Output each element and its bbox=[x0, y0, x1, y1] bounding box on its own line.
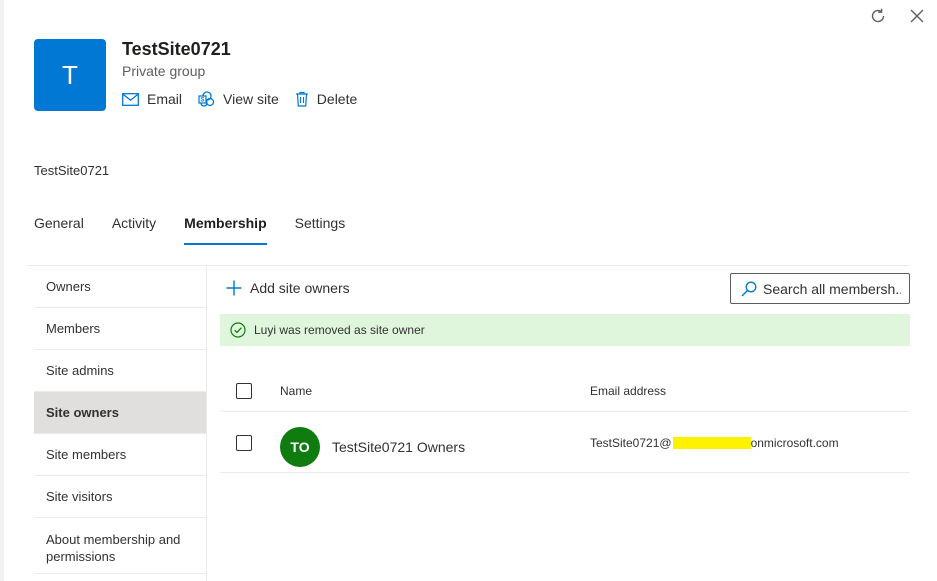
column-header-email[interactable]: Email address bbox=[590, 384, 666, 398]
close-button[interactable] bbox=[905, 4, 929, 28]
sidebar-item-about-membership[interactable]: About membership and permissions bbox=[34, 518, 206, 574]
member-name: TestSite0721 Owners bbox=[332, 439, 466, 455]
tab-settings[interactable]: Settings bbox=[295, 213, 346, 245]
delete-button[interactable]: Delete bbox=[295, 89, 357, 109]
group-avatar: T bbox=[34, 39, 106, 111]
sidebar-item-site-visitors[interactable]: Site visitors bbox=[34, 476, 206, 518]
delete-label: Delete bbox=[316, 91, 358, 107]
plus-icon bbox=[226, 280, 242, 296]
tab-activity[interactable]: Activity bbox=[112, 213, 156, 245]
add-site-owners-button[interactable]: Add site owners bbox=[226, 278, 350, 298]
svg-text:S: S bbox=[201, 97, 205, 103]
refresh-button[interactable] bbox=[866, 4, 890, 28]
avatar: TO bbox=[280, 427, 320, 467]
sidebar-item-owners[interactable]: Owners bbox=[34, 266, 206, 308]
sidebar-item-site-owners[interactable]: Site owners bbox=[34, 392, 206, 434]
email-button[interactable]: Email bbox=[122, 89, 182, 109]
panel-left-edge bbox=[0, 0, 4, 581]
tab-general[interactable]: General bbox=[34, 213, 84, 245]
breadcrumb: TestSite0721 bbox=[34, 163, 110, 178]
table-header: Name Email address bbox=[220, 370, 910, 412]
mail-icon bbox=[122, 92, 139, 106]
header-actions: Email S View site Delete bbox=[122, 89, 373, 109]
trash-icon bbox=[295, 91, 309, 107]
group-type-label: Private group bbox=[122, 63, 206, 79]
row-checkbox[interactable] bbox=[236, 435, 252, 451]
notification-text: Luyi was removed as site owner bbox=[254, 323, 425, 337]
column-header-name[interactable]: Name bbox=[280, 384, 312, 398]
select-all-checkbox[interactable] bbox=[236, 383, 252, 399]
add-site-owners-label: Add site owners bbox=[250, 280, 350, 296]
close-icon bbox=[910, 9, 924, 23]
search-box[interactable] bbox=[730, 273, 910, 304]
view-site-button[interactable]: S View site bbox=[198, 89, 279, 109]
membership-sidebar: Owners Members Site admins Site owners S… bbox=[34, 266, 207, 581]
search-icon bbox=[741, 281, 757, 297]
view-site-label: View site bbox=[223, 91, 279, 107]
email-prefix: TestSite0721@ bbox=[590, 436, 672, 450]
redaction-mark bbox=[672, 437, 751, 449]
sidebar-item-site-admins[interactable]: Site admins bbox=[34, 350, 206, 392]
sidebar-item-members[interactable]: Members bbox=[34, 308, 206, 350]
success-notification: Luyi was removed as site owner bbox=[220, 314, 910, 346]
sidebar-item-site-members[interactable]: Site members bbox=[34, 434, 206, 476]
table-row[interactable]: TO TestSite0721 Owners TestSite0721@ onmi… bbox=[220, 413, 910, 473]
page-title: TestSite0721 bbox=[122, 39, 231, 59]
sharepoint-icon: S bbox=[198, 90, 215, 108]
tab-membership[interactable]: Membership bbox=[184, 213, 268, 245]
member-email: TestSite0721@ onmicrosoft.com bbox=[590, 436, 839, 450]
check-circle-icon bbox=[230, 322, 246, 338]
refresh-icon bbox=[869, 7, 887, 25]
search-input[interactable] bbox=[763, 280, 901, 297]
tab-bar: General Activity Membership Settings bbox=[34, 213, 373, 245]
email-suffix: onmicrosoft.com bbox=[750, 436, 839, 450]
email-label: Email bbox=[147, 91, 183, 107]
